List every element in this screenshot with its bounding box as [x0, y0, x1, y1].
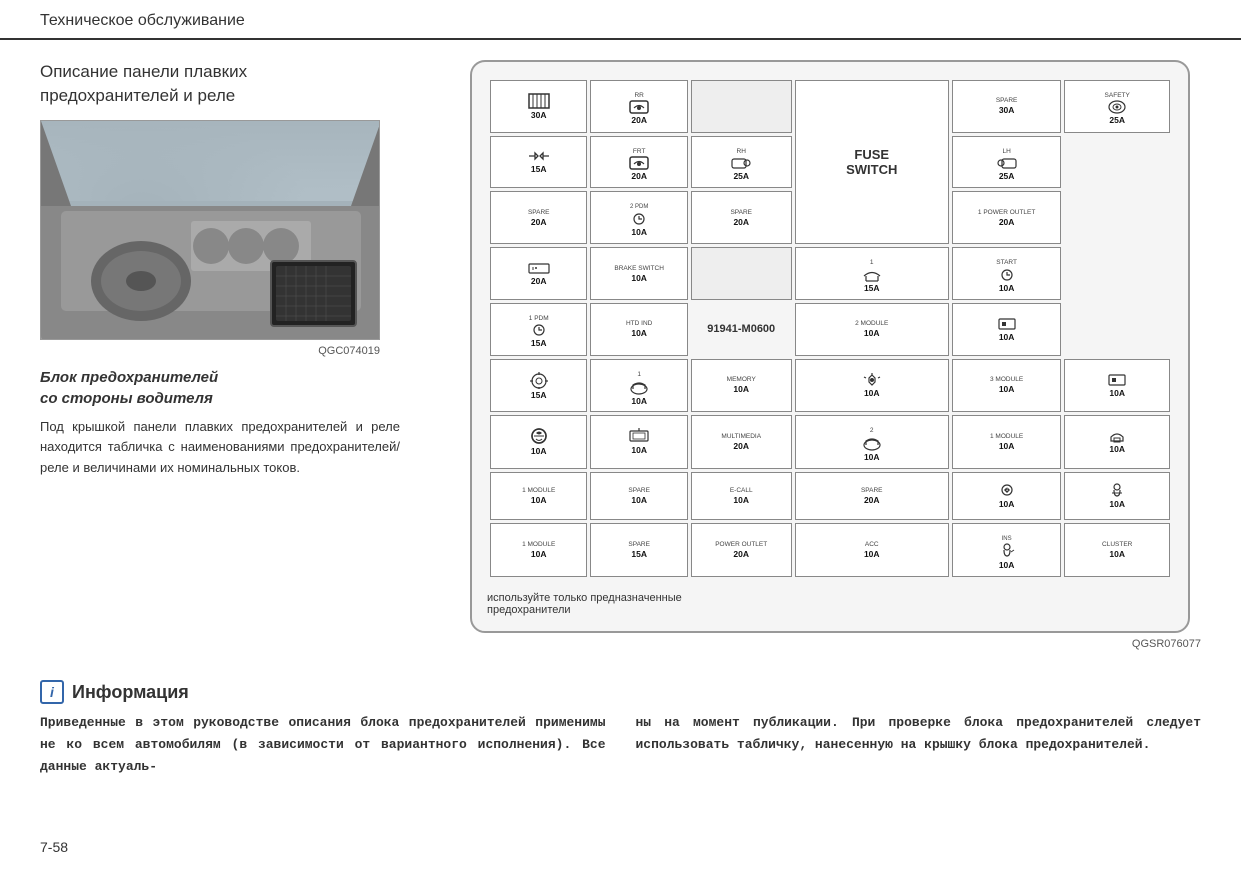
- fuse-cell: 3 MODULE 10A: [952, 359, 1062, 413]
- diagram-image-code: QGSR076077: [470, 638, 1201, 650]
- fuse-cell: POWER OUTLET 20A: [691, 523, 792, 577]
- fuse-cell: 1 POWER OUTLET 20A: [952, 191, 1062, 244]
- right-column: 30A RR 20A FUSE SWITCH: [470, 60, 1201, 650]
- fuse-row-4: 20A BRAKE SWITCH 10A 1: [490, 247, 1170, 300]
- fuse-cell: 10A: [590, 415, 687, 469]
- left-column: Описание панели плавких предохранителей …: [40, 60, 440, 650]
- fuse-cell: RH 25A: [691, 136, 792, 189]
- car-interior-svg: [41, 121, 380, 340]
- info-text-left: Приведенные в этом руководстве описания …: [40, 712, 606, 778]
- fuse-cell: START 10A: [952, 247, 1062, 300]
- fuse-cell: BRAKE SWITCH 10A: [590, 247, 687, 300]
- fuse-cell: 1 10A: [590, 359, 687, 413]
- fuse-cell-empty: [691, 80, 792, 133]
- info-title: Информация: [72, 682, 189, 703]
- box-title: Блок предохранителей со стороны водителя: [40, 367, 440, 409]
- fuse-cell: SPARE 15A: [590, 523, 687, 577]
- fuse-cell: 10A: [952, 303, 1062, 356]
- fuse-cell: 1 15A: [795, 247, 949, 300]
- fuse-row-6: 15A 1 10A MEMORY: [490, 359, 1170, 413]
- fuse-cell: 15A: [490, 359, 587, 413]
- info-section: i Информация Приведенные в этом руководс…: [0, 670, 1241, 798]
- fuse-cell: 1 MODULE 10A: [952, 415, 1062, 469]
- car-image: [40, 120, 380, 340]
- fuse-cell: FRT 20A: [590, 136, 687, 189]
- fuse-cell: 1 10A: [952, 472, 1062, 520]
- fuse-cell: ACC 10A: [795, 523, 949, 577]
- fuse-cell: SAFETY 25A: [1064, 80, 1170, 133]
- part-number: 91941-M0600: [691, 303, 792, 356]
- fuse-cell: E-CALL 10A: [691, 472, 792, 520]
- fuse-cell: RR 20A: [590, 80, 687, 133]
- page-number: 7-58: [40, 839, 68, 855]
- svg-text:1: 1: [1005, 487, 1008, 493]
- fuse-cell: MULTIMEDIA 20A: [691, 415, 792, 469]
- fuse-cell-htd-ind: HTD IND 10A: [590, 303, 687, 356]
- header-title: Техническое обслуживание: [40, 12, 245, 30]
- section-title: Описание панели плавких предохранителей …: [40, 60, 440, 108]
- main-content: Описание панели плавких предохранителей …: [0, 40, 1241, 670]
- header: Техническое обслуживание: [0, 0, 1241, 40]
- fuse-cell: 10A: [1064, 472, 1170, 520]
- fuse-cell: 10A: [490, 415, 587, 469]
- fuse-cell: 1 MODULE 10A: [490, 472, 587, 520]
- fuse-cell: 2 10A: [795, 415, 949, 469]
- fuse-row-5: 1 PDM 15A HTD IND 10A 91941-M0600: [490, 303, 1170, 356]
- fuse-cell: SPARE 20A: [490, 191, 587, 244]
- fuse-diagram: 30A RR 20A FUSE SWITCH: [470, 60, 1190, 633]
- fuse-cell: 15A: [490, 136, 587, 189]
- fuse-cell: 20A: [490, 247, 587, 300]
- fuse-cell: 30A: [490, 80, 587, 133]
- fuse-cell-empty-2: [691, 247, 792, 300]
- fuse-row-7: 10A 10A MULTIMEDIA 20A: [490, 415, 1170, 469]
- fuse-cell: CLUSTER 10A: [1064, 523, 1170, 577]
- fuse-cell: 2 PDM 10A: [590, 191, 687, 244]
- fuse-cell: 10A: [1064, 415, 1170, 469]
- fuse-table: 30A RR 20A FUSE SWITCH: [487, 77, 1173, 580]
- fuse-cell: INS 10A: [952, 523, 1062, 577]
- fuse-cell: 10A: [795, 359, 949, 413]
- fuse-cell: 1 PDM 15A: [490, 303, 587, 356]
- fuse-cell: SPARE 20A: [795, 472, 949, 520]
- fuse-cell: SPARE 30A: [952, 80, 1062, 133]
- info-text-right: ны на момент публикации. При проверке бл…: [636, 712, 1202, 778]
- description-text: Под крышкой панели плавких предохранител…: [40, 417, 400, 479]
- fuse-row-8: 1 MODULE 10A SPARE 10A E: [490, 472, 1170, 520]
- fuse-cell: MEMORY 10A: [691, 359, 792, 413]
- fuse-note: используйте только предназначенные предо…: [487, 588, 1173, 616]
- fuse-cell: 2 MODULE 10A: [795, 303, 949, 356]
- fuse-row-9: 1 MODULE 10A SPARE 15A P: [490, 523, 1170, 577]
- fuse-cell: SPARE 20A: [691, 191, 792, 244]
- fuse-cell: 1 MODULE 10A: [490, 523, 587, 577]
- info-header: i Информация: [40, 680, 1201, 704]
- car-image-code: QGC074019: [40, 345, 380, 357]
- info-icon: i: [40, 680, 64, 704]
- fuse-cell: 10A: [1064, 359, 1170, 413]
- fuse-switch-cell: FUSE SWITCH: [795, 80, 949, 244]
- fuse-row-1: 30A RR 20A FUSE SWITCH: [490, 80, 1170, 133]
- fuse-cell: SPARE 10A: [590, 472, 687, 520]
- info-content: Приведенные в этом руководстве описания …: [40, 712, 1201, 778]
- fuse-cell: LH 25A: [952, 136, 1062, 189]
